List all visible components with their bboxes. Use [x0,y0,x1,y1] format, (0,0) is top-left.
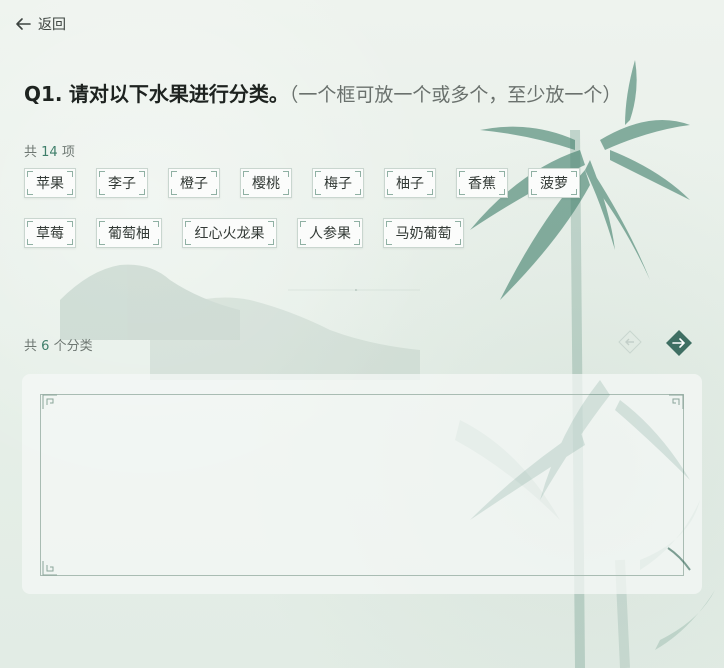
question-number: Q1. [24,82,63,106]
item-chip[interactable]: 香蕉 [456,168,508,198]
item-chip-label: 樱桃 [252,176,280,192]
arrow-right-icon[interactable] [665,329,693,357]
item-chip[interactable]: 苹果 [24,168,76,198]
item-chip-label: 红心火龙果 [194,226,265,242]
back-label: 返回 [38,17,66,33]
item-chip[interactable]: 马奶葡萄 [383,218,464,248]
frame-corner-ornament [669,394,684,409]
section-divider [288,289,420,291]
categories-count-prefix: 共 [24,339,38,354]
item-chip-label: 柚子 [396,176,424,192]
item-chip-label: 葡萄柚 [108,226,150,242]
question-prompt: 请对以下水果进行分类。 [68,82,289,106]
question-title: Q1. 请对以下水果进行分类。（一个框可放一个或多个，至少放一个） [24,78,621,107]
categories-count-number: 6 [41,339,50,354]
item-chip[interactable]: 人参果 [297,218,363,248]
items-count: 共 14 项 [24,141,75,160]
item-chip-label: 李子 [108,176,136,192]
item-chip[interactable]: 樱桃 [240,168,292,198]
items-count-suffix: 项 [61,145,75,160]
item-chip[interactable]: 橙子 [168,168,220,198]
item-chip-label: 人参果 [309,226,351,242]
item-chip[interactable]: 李子 [96,168,148,198]
item-chip-label: 马奶葡萄 [395,226,452,242]
item-chip-label: 苹果 [36,176,64,192]
category-drop-panel [22,374,702,594]
item-chip[interactable]: 菠萝 [528,168,580,198]
item-chip[interactable]: 草莓 [24,218,76,248]
item-chip-label: 草莓 [36,226,64,242]
item-chip[interactable]: 梅子 [312,168,364,198]
items-count-prefix: 共 [24,145,38,160]
item-chip[interactable]: 柚子 [384,168,436,198]
question-hint: （一个框可放一个或多个，至少放一个） [288,84,622,106]
back-button[interactable]: 返回 [14,14,66,34]
item-chip-label: 梅子 [324,176,352,192]
arrow-left-icon [16,18,31,30]
frame-corner-ornament [42,561,57,576]
item-chip[interactable]: 红心火龙果 [182,218,277,248]
item-chip-label: 橙子 [180,176,208,192]
chevron-left-icon[interactable] [617,329,643,355]
category-drop-zone[interactable] [40,394,684,576]
item-chip-label: 香蕉 [468,176,496,192]
item-chip-label: 菠萝 [540,176,568,192]
frame-corner-ornament [42,394,57,409]
item-chip[interactable]: 葡萄柚 [96,218,162,248]
categories-count-suffix: 个分类 [53,339,93,354]
items-count-number: 14 [41,145,58,160]
categories-count: 共 6 个分类 [24,335,93,354]
